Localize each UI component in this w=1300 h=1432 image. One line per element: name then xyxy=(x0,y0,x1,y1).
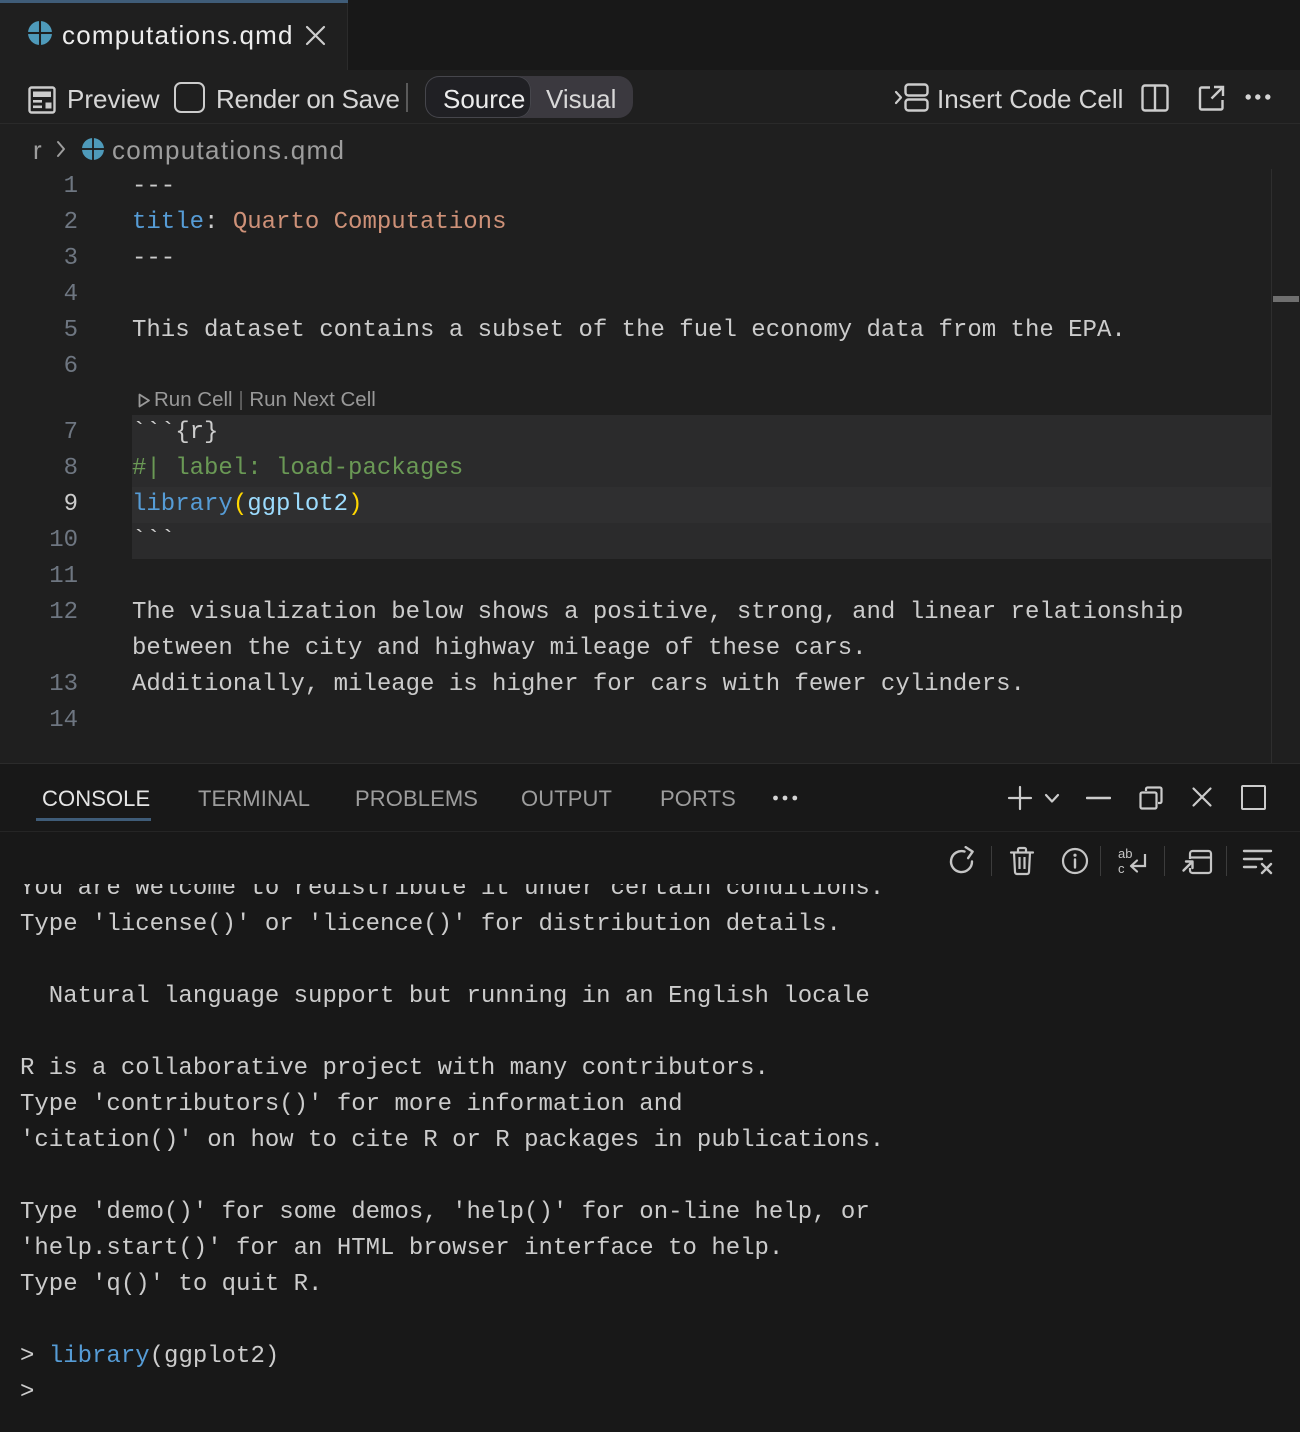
svg-text:c: c xyxy=(1118,861,1125,876)
svg-text:ab: ab xyxy=(1118,846,1132,861)
